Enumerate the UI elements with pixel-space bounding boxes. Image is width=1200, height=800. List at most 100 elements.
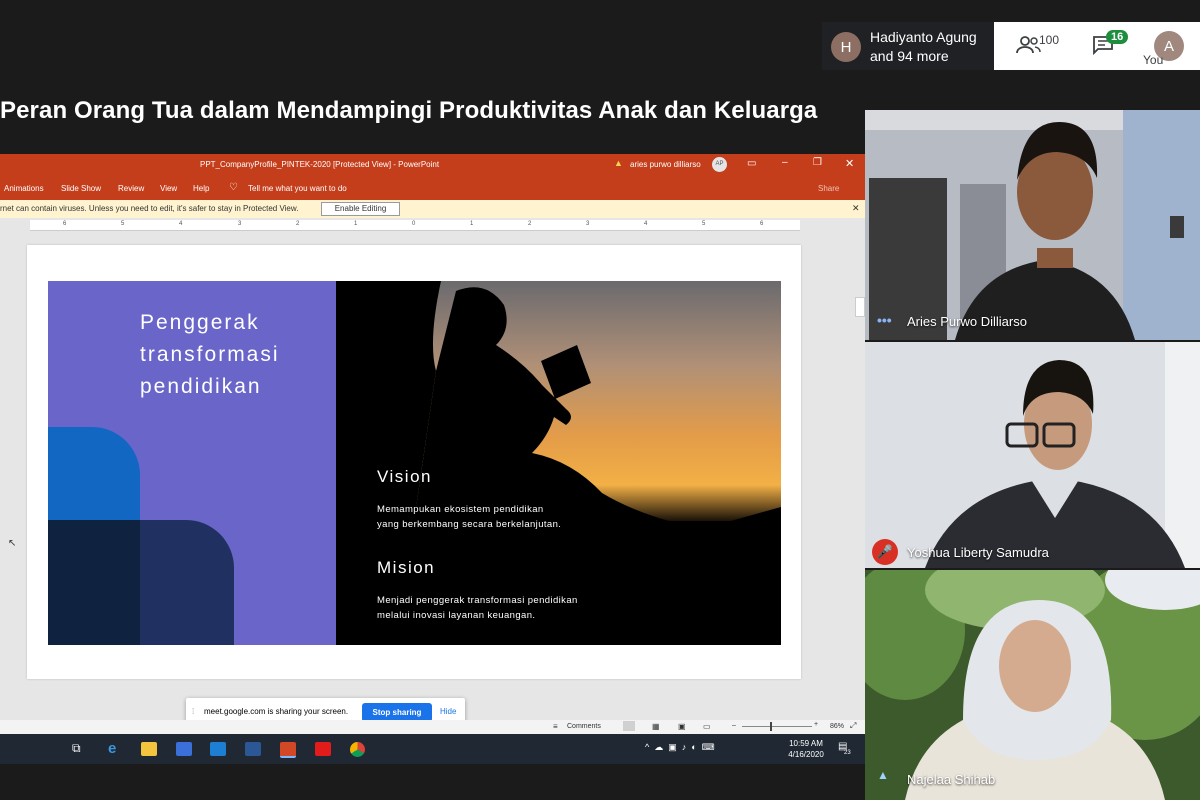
lightbulb-icon: ♡ bbox=[229, 182, 238, 193]
tell-me-box[interactable]: Tell me what you want to do bbox=[248, 184, 347, 193]
mission-title: Mision bbox=[377, 558, 436, 577]
ruler-num: 5 bbox=[702, 221, 706, 227]
tab-view[interactable]: View bbox=[160, 184, 177, 193]
vision-text: Memampukan ekosistem pendidikan yang ber… bbox=[377, 502, 561, 532]
ppt-user-avatar: AP bbox=[712, 157, 727, 172]
ruler-num: 6 bbox=[63, 221, 67, 227]
tab-animations[interactable]: Animations bbox=[4, 184, 44, 193]
ruler-num: 6 bbox=[760, 221, 764, 227]
restore-icon[interactable]: ❐ bbox=[813, 157, 822, 168]
participant-tile[interactable]: 🎤 Yoshua Liberty Samudra bbox=[865, 342, 1200, 568]
participant-tile[interactable]: ••• Aries Purwo Dilliarso bbox=[865, 110, 1200, 340]
scrollbar-thumb[interactable] bbox=[855, 297, 865, 317]
reading-boy-photo bbox=[336, 281, 781, 645]
ruler-num: 3 bbox=[238, 221, 242, 227]
participant-tile[interactable]: ▲ Najelaa Shihab bbox=[865, 570, 1200, 800]
zoom-level[interactable]: 86% bbox=[830, 723, 844, 730]
tab-help[interactable]: Help bbox=[193, 184, 209, 193]
heading-line: transformasi bbox=[140, 343, 280, 366]
ruler-num: 1 bbox=[470, 221, 474, 227]
comments-button[interactable]: Comments bbox=[567, 723, 601, 730]
ribbon-display-icon[interactable]: ▭ bbox=[747, 158, 756, 169]
slideshow-icon[interactable]: ▭ bbox=[703, 722, 711, 731]
protected-view-bar: rnet can contain viruses. Unless you nee… bbox=[0, 200, 865, 219]
pin-icon: ▲ bbox=[877, 768, 889, 782]
zoom-slider-thumb[interactable] bbox=[770, 722, 772, 731]
participant-video bbox=[865, 342, 1200, 568]
mission-line: Menjadi penggerak transformasi pendidika… bbox=[377, 595, 578, 606]
shared-screen: PPT_CompanyProfile_PINTEK-2020 [Protecte… bbox=[0, 154, 865, 764]
presenter-chip[interactable]: H Hadiyanto Agung and 94 more bbox=[822, 22, 994, 70]
powerpoint-icon[interactable] bbox=[280, 742, 296, 758]
edge-icon[interactable]: e bbox=[108, 740, 116, 757]
normal-view-icon[interactable] bbox=[623, 721, 635, 731]
tab-slide-show[interactable]: Slide Show bbox=[61, 184, 101, 193]
file-explorer-icon[interactable] bbox=[141, 742, 157, 756]
store-icon[interactable] bbox=[176, 742, 192, 756]
enable-editing-button[interactable]: Enable Editing bbox=[321, 202, 400, 216]
decor-shape-dark bbox=[48, 520, 140, 645]
participant-name: Yoshua Liberty Samudra bbox=[907, 545, 1049, 560]
chrome-icon[interactable] bbox=[350, 742, 365, 757]
ppt-user-name: aries purwo dilliarso bbox=[630, 160, 701, 169]
speaking-indicator-icon: ••• bbox=[877, 312, 892, 328]
acrobat-icon[interactable] bbox=[315, 742, 331, 756]
task-view-icon[interactable]: ⧉ bbox=[72, 741, 81, 756]
close-icon[interactable]: ✕ bbox=[845, 157, 854, 170]
clock-time[interactable]: 10:59 AM bbox=[786, 739, 826, 748]
participant-name: Aries Purwo Dilliarso bbox=[907, 314, 1027, 329]
minimize-icon[interactable]: – bbox=[782, 157, 788, 168]
participant-name: Najelaa Shihab bbox=[907, 772, 996, 787]
slide-left-panel: Penggerak transformasi pendidikan bbox=[48, 281, 336, 645]
ruler-num: 5 bbox=[121, 221, 125, 227]
ppt-ribbon: Animations Slide Show Review View Help ♡… bbox=[0, 176, 865, 200]
mail-icon[interactable] bbox=[210, 742, 226, 756]
ppt-status-bar: ≡ Comments ▦ ▣ ▭ – + 86% ⤢ bbox=[0, 720, 865, 734]
windows-taskbar: ⧉ e ^☁▣♪◐⌨ 10:59 AM 4/16/2020 ▤ 23 bbox=[0, 734, 865, 764]
close-bar-icon[interactable]: ✕ bbox=[852, 203, 860, 214]
fit-to-window-icon[interactable]: ⤢ bbox=[850, 721, 856, 731]
presenter-more: and 94 more bbox=[870, 48, 949, 64]
ppt-titlebar: PPT_CompanyProfile_PINTEK-2020 [Protecte… bbox=[0, 154, 865, 176]
heading-line: Penggerak bbox=[140, 311, 260, 334]
mouse-cursor-icon: ↖ bbox=[8, 538, 17, 549]
chat-badge: 16 bbox=[1106, 30, 1129, 44]
reading-view-icon[interactable]: ▣ bbox=[678, 722, 686, 731]
word-icon[interactable] bbox=[245, 742, 261, 756]
drag-handle-icon[interactable]: ⁞ bbox=[192, 707, 194, 716]
protected-message: rnet can contain viruses. Unless you nee… bbox=[0, 204, 299, 213]
zoom-out-icon[interactable]: – bbox=[732, 722, 736, 729]
tab-review[interactable]: Review bbox=[118, 184, 144, 193]
share-button[interactable]: Share bbox=[818, 184, 839, 193]
vision-line: Memampukan ekosistem pendidikan bbox=[377, 504, 544, 515]
vision-line: yang berkembang secara berkelanjutan. bbox=[377, 519, 562, 530]
zoom-in-icon[interactable]: + bbox=[814, 721, 818, 728]
chat-button[interactable]: 16 bbox=[1092, 30, 1129, 61]
ruler-num: 3 bbox=[586, 221, 590, 227]
people-button[interactable]: 100 bbox=[1016, 33, 1059, 61]
self-label: You bbox=[1143, 53, 1164, 67]
system-tray-icons[interactable]: ^☁▣♪◐⌨ bbox=[645, 742, 720, 753]
presenter-name: Hadiyanto Agung bbox=[870, 29, 977, 45]
vision-title: Vision bbox=[377, 467, 432, 486]
slide-photo-panel: Vision Memampukan ekosistem pendidikan y… bbox=[336, 281, 781, 645]
notification-count: 23 bbox=[844, 750, 851, 756]
comments-icon: ≡ bbox=[553, 722, 558, 731]
ppt-window-title: PPT_CompanyProfile_PINTEK-2020 [Protecte… bbox=[200, 160, 440, 169]
people-count: 100 bbox=[1039, 33, 1060, 47]
participant-video bbox=[865, 110, 1200, 340]
presenter-avatar: H bbox=[831, 32, 861, 62]
ruler-num: 4 bbox=[644, 221, 648, 227]
warning-icon: ▲ bbox=[614, 158, 623, 168]
slide-sorter-icon[interactable]: ▦ bbox=[652, 722, 660, 731]
participant-video bbox=[865, 570, 1200, 800]
hide-button[interactable]: Hide bbox=[440, 707, 456, 716]
mission-line: melalui inovasi layanan keuangan. bbox=[377, 610, 536, 621]
sharing-message: meet.google.com is sharing your screen. bbox=[204, 707, 349, 716]
meet-controls: 100 16 A You bbox=[994, 22, 1200, 70]
clock-date[interactable]: 4/16/2020 bbox=[786, 750, 826, 759]
zoom-slider[interactable] bbox=[742, 726, 812, 727]
ruler: 6 5 4 3 2 1 0 1 2 3 4 5 6 bbox=[30, 220, 800, 231]
meeting-title: Peran Orang Tua dalam Mendampingi Produk… bbox=[0, 97, 818, 124]
ruler-num: 2 bbox=[528, 221, 532, 227]
